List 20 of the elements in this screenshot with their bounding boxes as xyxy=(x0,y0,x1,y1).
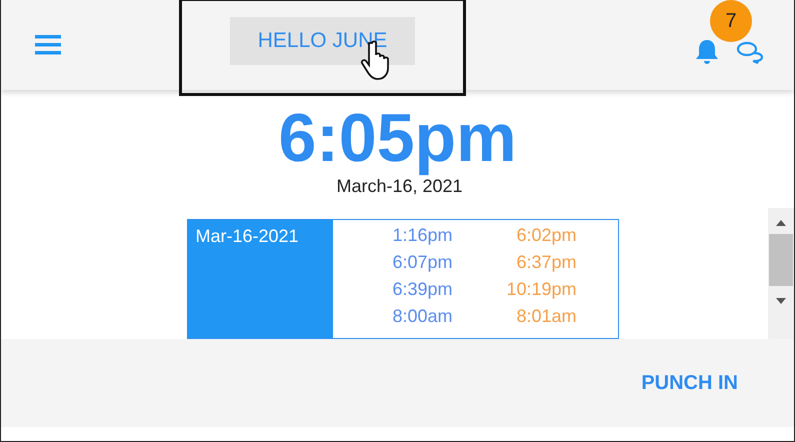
punch-out-time: 8:01am xyxy=(515,306,576,327)
bell-icon[interactable] xyxy=(694,38,720,66)
punch-in-time: 8:00am xyxy=(391,306,452,327)
punch-out-time: 10:19pm xyxy=(505,279,576,300)
day-cell: Mar-16-2021 xyxy=(188,220,332,338)
punch-in-time: 6:39pm xyxy=(391,279,452,300)
scroll-down-icon[interactable] xyxy=(776,298,786,304)
clock-date: March-16, 2021 xyxy=(336,176,463,197)
punch-in-button[interactable]: PUNCH IN xyxy=(633,364,746,402)
chat-icon[interactable] xyxy=(736,40,764,64)
punch-in-time: 1:16pm xyxy=(391,225,452,246)
clock-time: 6:05pm xyxy=(278,102,517,174)
scrollbar-thumb[interactable] xyxy=(769,234,793,286)
notification-badge: 7 xyxy=(710,0,752,42)
scroll-up-icon[interactable] xyxy=(776,220,786,226)
punch-out-time: 6:02pm xyxy=(515,225,576,246)
scrollbar[interactable] xyxy=(768,208,794,339)
punch-out-time: 6:37pm xyxy=(515,252,576,273)
punch-in-time: 6:07pm xyxy=(391,252,452,273)
menu-icon[interactable] xyxy=(35,35,61,55)
